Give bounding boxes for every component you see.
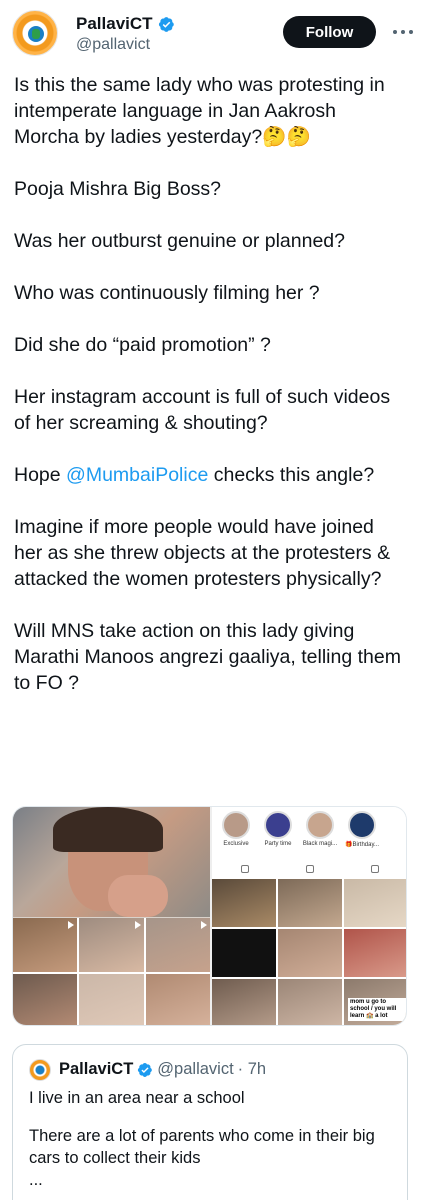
highlight: 🎁Birthday... — [344, 811, 380, 848]
tweet-paragraph: Did she do “paid promotion” ? — [14, 334, 271, 356]
play-icon — [201, 921, 207, 929]
mention-link[interactable]: @MumbaiPolice — [66, 464, 208, 486]
highlight: Black magi... — [302, 811, 338, 847]
thumbnail — [79, 973, 144, 1025]
thumbnail — [344, 929, 406, 977]
highlight-label: 🎁Birthday... — [344, 842, 380, 848]
quoted-tweet-body: I live in an area near a school There ar… — [29, 1087, 399, 1200]
quoted-tweet-header: PallaviCT @pallavict · 7h — [59, 1060, 266, 1079]
hand-shape — [108, 875, 168, 917]
thumbnail-grid-left — [13, 918, 210, 1025]
tweet-paragraph: Is this the same lady who was protesting… — [14, 74, 385, 148]
quoted-paragraph: There are a lot of parents who come in t… — [29, 1127, 375, 1167]
tweet-paragraph: Imagine if more people would have joined… — [14, 516, 391, 590]
thumbnail — [13, 973, 78, 1025]
author-avatar[interactable] — [12, 10, 58, 56]
thumbnail: mom u go to school / you will learn 🏫 a … — [344, 979, 406, 1025]
quoted-paragraph: I live in an area near a school — [29, 1089, 245, 1107]
thumbnail — [278, 979, 342, 1025]
mention-prefix: Hope — [14, 464, 67, 486]
thumbnail-grid-right: mom u go to school / you will learn 🏫 a … — [212, 879, 406, 1025]
highlight-label: Black magi... — [302, 841, 338, 847]
thumbnail — [344, 879, 406, 927]
mention-suffix: checks this angle? — [208, 464, 375, 486]
thumbnail-caption: mom u go to school / you will learn 🏫 a … — [348, 998, 406, 1021]
thumbnail — [145, 973, 210, 1025]
highlight: Party time — [260, 811, 296, 847]
quoted-tweet[interactable]: PallaviCT @pallavict · 7h I live in an a… — [12, 1044, 408, 1200]
tweet-media[interactable]: Exclusive Party time Black magi... 🎁Birt… — [12, 806, 407, 1026]
highlight-label: Party time — [264, 841, 292, 847]
verified-badge-icon — [138, 1062, 153, 1077]
grid-tab-icon — [240, 865, 249, 873]
media-image-right[interactable]: Exclusive Party time Black magi... 🎁Birt… — [212, 807, 406, 1025]
author-handle[interactable]: @pallavict — [76, 36, 150, 54]
tweet-paragraph: Pooja Mishra Big Boss? — [14, 178, 222, 200]
tweet-paragraph: Will MNS take action on this lady giving… — [14, 620, 401, 694]
play-icon — [68, 921, 75, 929]
thumbnail — [212, 929, 276, 977]
thumbnail — [145, 918, 210, 972]
tagged-tab-icon — [371, 865, 380, 873]
tweet-header: PallaviCT @pallavict Follow — [0, 0, 423, 66]
follow-button[interactable]: Follow — [283, 16, 376, 48]
tweet-body: Is this the same lady who was protesting… — [14, 72, 404, 722]
quoted-author-handle[interactable]: @pallavict — [157, 1060, 233, 1079]
quoted-timestamp[interactable]: · 7h — [238, 1060, 266, 1079]
tweet-paragraph: Who was continuously filming her ? — [14, 282, 320, 304]
more-options-icon[interactable] — [393, 22, 413, 42]
thumbnail — [79, 918, 144, 972]
profile-tabs — [212, 861, 406, 877]
quoted-author-name[interactable]: PallaviCT — [59, 1060, 133, 1079]
highlight: Exclusive — [218, 811, 254, 847]
highlight-label: Exclusive — [223, 841, 249, 847]
tweet-paragraph-mention: Hope @MumbaiPolice checks this angle? — [14, 462, 404, 488]
play-icon — [134, 921, 141, 929]
thumbnail — [278, 929, 342, 977]
avatar-logo-detail — [32, 29, 40, 39]
author-name-row: PallaviCT — [76, 14, 175, 34]
author-name[interactable]: PallaviCT — [76, 14, 153, 34]
tweet-paragraph: Her instagram account is full of such vi… — [14, 386, 391, 434]
reels-tab-icon — [305, 865, 314, 873]
thumbnail — [13, 918, 78, 972]
thumbnail — [278, 879, 342, 927]
instagram-highlights: Exclusive Party time Black magi... 🎁Birt… — [212, 807, 406, 859]
tweet-paragraph: Was her outburst genuine or planned? — [14, 230, 345, 252]
video-still — [13, 807, 210, 917]
thumbnail — [212, 979, 276, 1025]
quoted-ellipsis: ... — [29, 1171, 43, 1189]
verified-badge-icon — [158, 16, 174, 32]
quoted-author-avatar[interactable] — [29, 1059, 51, 1081]
hair-shape — [53, 807, 163, 852]
media-image-left[interactable] — [13, 807, 210, 1025]
thumbnail — [212, 879, 276, 927]
